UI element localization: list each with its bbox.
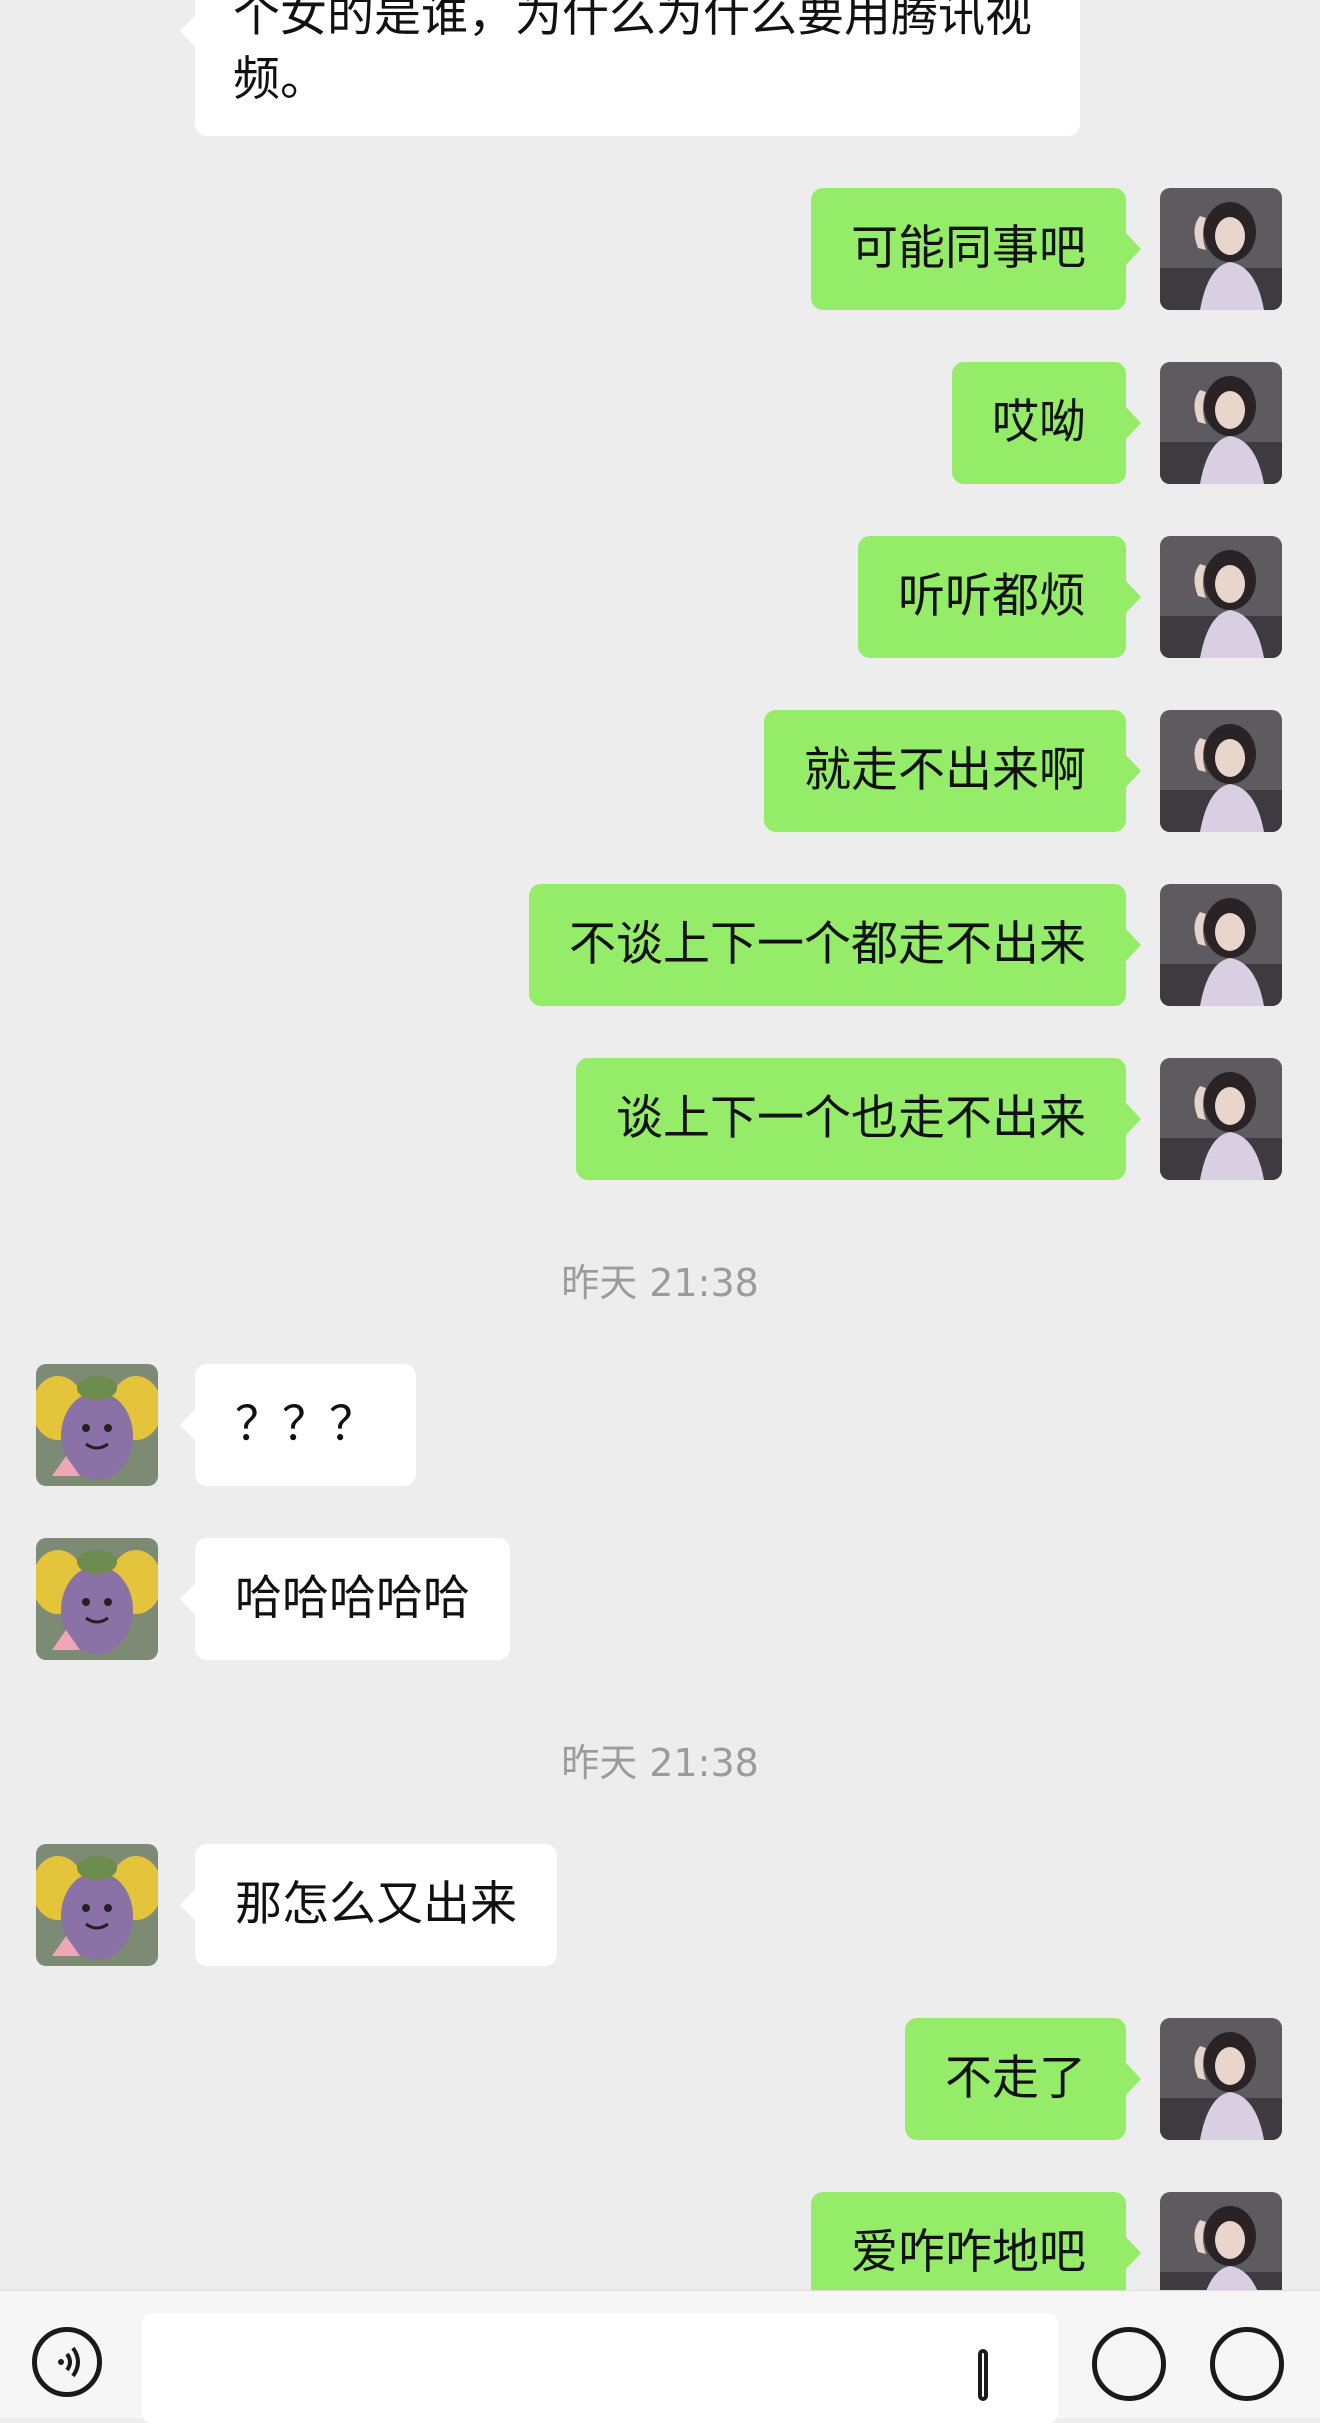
my-avatar[interactable] — [1160, 536, 1282, 658]
voice-icon[interactable] — [32, 2327, 102, 2397]
contact-avatar[interactable] — [36, 1364, 158, 1486]
message-text: 就走不出来啊 — [804, 743, 1086, 798]
message-text: 爱咋咋地吧 — [851, 2225, 1086, 2280]
message-text: 可能同事吧 — [851, 221, 1086, 276]
emoji-icon[interactable] — [1092, 2327, 1166, 2401]
add-icon[interactable] — [1210, 2327, 1284, 2401]
message-bubble-outgoing[interactable]: 哎呦 — [952, 362, 1141, 484]
my-avatar[interactable] — [1160, 1058, 1282, 1180]
message-text: 不谈上下一个都走不出来 — [569, 917, 1086, 972]
message-text: 个女的是谁，为什么为什么要用腾讯视频。 — [233, 0, 1032, 107]
input-bar — [0, 2290, 1320, 2423]
message-text: ？？？ — [235, 1397, 376, 1452]
timestamp: 昨天 21:38 — [561, 1741, 759, 1785]
message-text: 谈上下一个也走不出来 — [616, 1091, 1086, 1146]
message-text: 不走了 — [945, 2051, 1086, 2106]
my-avatar[interactable] — [1160, 362, 1282, 484]
message-bubble-outgoing[interactable]: 不谈上下一个都走不出来 — [529, 884, 1141, 1006]
message-bubble-outgoing[interactable]: 爱咋咋地吧 — [811, 2192, 1141, 2290]
message-text: 哈哈哈哈哈 — [235, 1571, 470, 1626]
my-avatar[interactable] — [1160, 2192, 1282, 2290]
timestamp: 昨天 21:38 — [561, 1261, 759, 1305]
my-avatar[interactable] — [1160, 2018, 1282, 2140]
text-cursor-icon — [978, 2349, 988, 2401]
message-bubble-incoming[interactable]: 那怎么又出来 — [180, 1844, 557, 1966]
message-bubble-outgoing[interactable]: 就走不出来啊 — [764, 710, 1141, 832]
message-bubble-incoming[interactable]: ？？？ — [180, 1364, 416, 1486]
message-bubble-incoming[interactable]: 哈哈哈哈哈 — [180, 1538, 510, 1660]
my-avatar[interactable] — [1160, 884, 1282, 1006]
message-bubble-outgoing[interactable]: 听听都烦 — [858, 536, 1141, 658]
contact-avatar[interactable] — [36, 1538, 158, 1660]
message-input[interactable] — [142, 2313, 1058, 2423]
my-avatar[interactable] — [1160, 710, 1282, 832]
my-avatar[interactable] — [1160, 188, 1282, 310]
message-text: 哎呦 — [992, 395, 1086, 450]
contact-avatar[interactable] — [36, 1844, 158, 1966]
message-bubble-incoming[interactable]: 个女的是谁，为什么为什么要用腾讯视频。 — [180, 0, 1080, 136]
message-bubble-outgoing[interactable]: 谈上下一个也走不出来 — [576, 1058, 1141, 1180]
message-bubble-outgoing[interactable]: 不走了 — [905, 2018, 1141, 2140]
message-bubble-outgoing[interactable]: 可能同事吧 — [811, 188, 1141, 310]
message-text: 听听都烦 — [898, 569, 1086, 624]
message-text: 那怎么又出来 — [235, 1877, 517, 1932]
chat-area[interactable]: 个女的是谁，为什么为什么要用腾讯视频。 可能同事吧 哎呦 听听都烦 就走不出来啊… — [0, 0, 1320, 2290]
